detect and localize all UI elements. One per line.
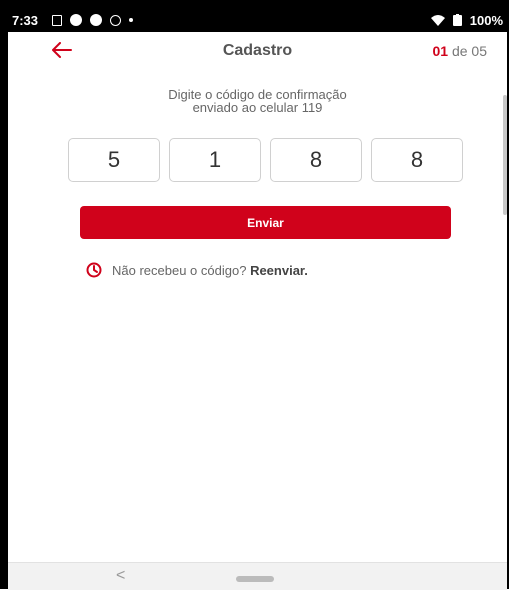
device-frame-top [0, 0, 509, 8]
notification-icon [52, 14, 63, 26]
notification-icons [52, 14, 134, 26]
resend-link[interactable]: Reenviar. [250, 263, 308, 278]
send-button[interactable]: Enviar [80, 206, 451, 239]
code-digit-2[interactable]: 1 [169, 138, 261, 182]
resend-row: Não recebeu o código? Reenviar. [86, 262, 308, 278]
instructions: Digite o código de confirmação enviado a… [8, 88, 507, 114]
nav-back-button[interactable]: < [116, 567, 125, 585]
instructions-line2: enviado ao celular 119 [192, 100, 323, 115]
code-digit-4[interactable]: 8 [371, 138, 463, 182]
battery-percent: 100% [469, 12, 503, 28]
code-input-row: 5 1 8 8 [68, 138, 463, 182]
system-nav-bar: < [8, 562, 507, 590]
status-right: 100% [430, 12, 503, 28]
code-digit-3[interactable]: 8 [270, 138, 362, 182]
app-header: Cadastro 01 de 05 [8, 32, 507, 72]
step-indicator: 01 de 05 [432, 43, 487, 59]
wifi-icon [430, 14, 445, 26]
code-digit-1[interactable]: 5 [68, 138, 160, 182]
step-current: 01 [432, 43, 449, 59]
device-frame-left [0, 0, 8, 589]
battery-icon [452, 14, 462, 26]
more-notifications-icon [129, 18, 134, 22]
status-bar: 7:33 100% [8, 8, 507, 32]
step-total: de 05 [448, 43, 487, 59]
notification-icon [110, 14, 122, 26]
resend-text: Não recebeu o código? [112, 262, 247, 278]
notification-icon [70, 14, 83, 26]
info-icon [90, 14, 103, 26]
nav-home-button[interactable] [236, 576, 274, 582]
clock-icon [86, 262, 102, 278]
scrollbar[interactable] [503, 95, 507, 215]
status-time: 7:33 [12, 12, 39, 28]
